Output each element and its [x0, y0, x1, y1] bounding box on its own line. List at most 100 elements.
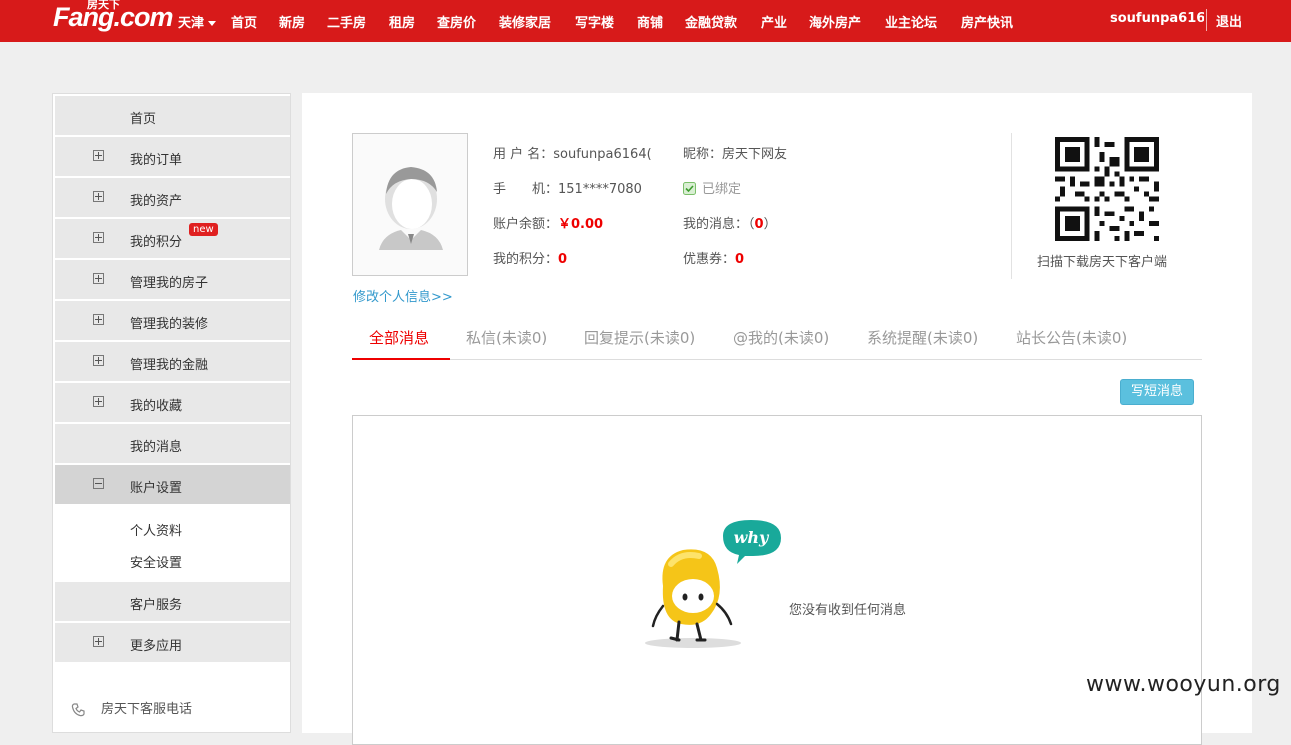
sidebar-item-manage-finance[interactable]: 管理我的金融	[55, 342, 290, 381]
main-panel: 修改个人信息>> 用 户 名：soufunpa6164( 昵称：房天下网友 手 …	[302, 93, 1252, 745]
nav-decoration[interactable]: 装修家居	[499, 12, 551, 31]
empty-mascot-icon: why	[645, 520, 781, 648]
sidebar-item-points[interactable]: 我的积分 new	[55, 219, 290, 258]
new-badge: new	[189, 223, 218, 236]
sidebar-item-label: 我的收藏	[130, 399, 183, 414]
plus-icon[interactable]	[93, 314, 104, 325]
sidebar-item-label: 管理我的金融	[130, 358, 209, 373]
coupons-value[interactable]: 0	[735, 252, 744, 267]
account-sidebar: 首页 我的订单 我的资产 我的积分 new 管理我的房子 管理我的装修 管理我的…	[52, 93, 291, 733]
tab-reply-notices[interactable]: 回复提示(未读0)	[584, 327, 695, 348]
city-selector[interactable]: 天津	[178, 12, 217, 31]
minus-icon[interactable]	[93, 478, 104, 489]
username-info: 用 户 名：soufunpa6164(	[493, 143, 663, 162]
top-nav-bar: 房天下 Fang.com 天津 首页 新房 二手房 租房 查房价 装修家居 写字…	[0, 0, 1291, 42]
avatar	[352, 133, 468, 276]
balance-value: ￥0.00	[558, 217, 604, 232]
city-label: 天津	[178, 16, 205, 31]
phone-label: 手 机：	[493, 182, 559, 197]
coupons-info: 优惠券：0	[683, 248, 744, 267]
nav-industry[interactable]: 产业	[761, 12, 787, 31]
nav-finance[interactable]: 金融贷款	[685, 12, 737, 31]
bound-check-icon	[683, 182, 696, 195]
logout-link[interactable]: 退出	[1216, 11, 1242, 30]
qr-caption: 扫描下载房天下客户端	[1037, 255, 1168, 270]
points-value[interactable]: 0	[558, 252, 567, 267]
nav-second-hand[interactable]: 二手房	[327, 12, 366, 31]
tab-system-alerts[interactable]: 系统提醒(未读0)	[867, 327, 978, 348]
message-list-panel: why 您没有收到任何消息	[352, 415, 1202, 745]
messages-suffix: ）	[763, 217, 777, 232]
nav-price-check[interactable]: 查房价	[437, 12, 476, 31]
sidebar-item-account-settings[interactable]: 账户设置	[55, 465, 290, 504]
sidebar-item-customer-service[interactable]: 客户服务	[55, 582, 290, 621]
messages-count[interactable]: 0	[755, 217, 764, 232]
nav-shops[interactable]: 商铺	[637, 12, 663, 31]
sidebar-item-label: 管理我的房子	[130, 276, 209, 291]
tab-announcements[interactable]: 站长公告(未读0)	[1016, 327, 1127, 348]
nav-home[interactable]: 首页	[231, 12, 257, 31]
sidebar-item-label: 首页	[130, 112, 157, 127]
chevron-down-icon	[208, 21, 217, 26]
compose-message-button[interactable]: 写短消息	[1120, 379, 1194, 405]
sidebar-item-orders[interactable]: 我的订单	[55, 137, 290, 176]
sidebar-item-manage-house[interactable]: 管理我的房子	[55, 260, 290, 299]
sidebar-item-favorites[interactable]: 我的收藏	[55, 383, 290, 422]
sidebar-subitem-profile[interactable]: 个人资料	[130, 520, 182, 539]
sidebar-item-label: 我的消息	[130, 440, 183, 455]
sidebar-item-label: 管理我的装修	[130, 317, 209, 332]
plus-icon[interactable]	[93, 150, 104, 161]
logo-text: Fang.com	[53, 2, 174, 32]
tab-mentions[interactable]: @我的(未读0)	[733, 327, 829, 348]
phone-bound-status: 已绑定	[683, 178, 741, 197]
username-label: 用 户 名：	[493, 147, 554, 162]
coupons-label: 优惠券：	[683, 252, 736, 267]
sidebar-item-label: 客户服务	[130, 598, 183, 613]
plus-icon[interactable]	[93, 273, 104, 284]
customer-service-phone: 房天下客服电话	[71, 698, 192, 717]
sidebar-item-label: 我的订单	[130, 153, 183, 168]
sidebar-item-label: 我的积分	[130, 235, 183, 250]
username-value: soufunpa6164(	[553, 147, 652, 162]
qr-code-icon	[1055, 137, 1159, 241]
plus-icon[interactable]	[93, 191, 104, 202]
sidebar-item-manage-decoration[interactable]: 管理我的装修	[55, 301, 290, 340]
phone-info: 手 机：151****7080	[493, 178, 642, 197]
sidebar-item-assets[interactable]: 我的资产	[55, 178, 290, 217]
nav-owner-forum[interactable]: 业主论坛	[885, 12, 937, 31]
tab-all-messages[interactable]: 全部消息	[369, 327, 429, 348]
active-tab-indicator	[352, 358, 450, 360]
default-avatar-icon	[353, 134, 467, 275]
phone-value: 151****7080	[558, 182, 642, 197]
messages-label: 我的消息：（	[683, 217, 755, 232]
sidebar-subitem-security[interactable]: 安全设置	[130, 552, 182, 571]
message-tabs: 全部消息 私信(未读0) 回复提示(未读0) @我的(未读0) 系统提醒(未读0…	[352, 323, 1202, 360]
nav-overseas[interactable]: 海外房产	[809, 12, 861, 31]
nav-rent[interactable]: 租房	[389, 12, 415, 31]
sidebar-item-messages[interactable]: 我的消息	[55, 424, 290, 463]
nav-new-homes[interactable]: 新房	[279, 12, 305, 31]
nickname-value: 房天下网友	[722, 147, 788, 162]
empty-state-message: 您没有收到任何消息	[789, 603, 907, 618]
header-divider	[1206, 9, 1207, 31]
nickname-label: 昵称：	[683, 147, 723, 162]
cs-phone-label: 房天下客服电话	[101, 702, 193, 717]
tab-private-messages[interactable]: 私信(未读0)	[466, 327, 547, 348]
plus-icon[interactable]	[93, 355, 104, 366]
profile-divider	[1011, 133, 1012, 279]
plus-icon[interactable]	[93, 396, 104, 407]
edit-profile-link[interactable]: 修改个人信息>>	[353, 286, 453, 305]
sidebar-item-label: 账户设置	[130, 481, 183, 496]
plus-icon[interactable]	[93, 232, 104, 243]
username-link[interactable]: soufunpa6164	[1110, 11, 1204, 26]
balance-label: 账户余额：	[493, 217, 559, 232]
points-label: 我的积分：	[493, 252, 559, 267]
bubble-text: why	[734, 528, 770, 547]
plus-icon[interactable]	[93, 636, 104, 647]
nav-office[interactable]: 写字楼	[575, 12, 614, 31]
sidebar-item-label: 我的资产	[130, 194, 183, 209]
sidebar-item-more-apps[interactable]: 更多应用	[55, 623, 290, 662]
sidebar-item-label: 更多应用	[130, 639, 183, 654]
nav-news[interactable]: 房产快讯	[961, 12, 1013, 31]
sidebar-item-home[interactable]: 首页	[55, 96, 290, 135]
